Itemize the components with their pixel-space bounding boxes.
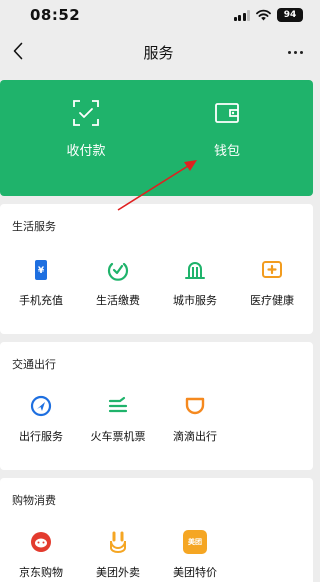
- status-time: 08:52: [30, 6, 81, 24]
- scan-pay-icon: [73, 100, 99, 126]
- city-service-icon: [185, 262, 205, 279]
- jd-shopping-button[interactable]: 京东购物: [2, 530, 80, 580]
- wifi-icon: [256, 9, 271, 21]
- section-title: 生活服务: [12, 220, 56, 233]
- travel-service-icon: [30, 395, 52, 417]
- meituan-delivery-button[interactable]: 美团外卖: [79, 530, 157, 580]
- utility-payment-icon: [107, 262, 129, 281]
- section-title: 交通出行: [12, 358, 56, 371]
- didi-icon: [185, 397, 205, 415]
- page-title: 服务: [143, 44, 174, 62]
- item-label: 城市服务: [173, 294, 217, 307]
- item-label: 手机充值: [19, 294, 63, 307]
- pay-receive-label: 收付款: [66, 144, 106, 159]
- train-flight-ticket-button[interactable]: 火车票机票: [79, 394, 157, 444]
- wallet-label: 钱包: [213, 144, 240, 159]
- medical-health-icon: [262, 261, 282, 278]
- medical-health-button[interactable]: 医疗健康: [233, 258, 311, 308]
- wallet-icon: [215, 103, 239, 123]
- section-shopping: 购物消费 京东购物 美团外卖 美团 美团特价: [0, 478, 313, 582]
- jd-shopping-icon: [31, 532, 51, 552]
- city-service-button[interactable]: 城市服务: [156, 258, 234, 308]
- meituan-deals-icon: 美团: [183, 530, 207, 554]
- item-label: 美团外卖: [96, 566, 140, 579]
- pay-card: 收付款 钱包: [0, 80, 313, 196]
- battery-icon: 94: [277, 8, 303, 22]
- section-title: 购物消费: [12, 494, 56, 507]
- item-label: 火车票机票: [90, 430, 146, 443]
- more-dot: [293, 50, 297, 54]
- meituan-badge-text: 美团: [188, 538, 202, 546]
- phone-recharge-button[interactable]: ¥ 手机充值: [2, 258, 80, 308]
- item-label: 京东购物: [19, 566, 63, 579]
- item-label: 医疗健康: [250, 294, 294, 307]
- travel-service-button[interactable]: 出行服务: [2, 394, 80, 444]
- section-transportation: 交通出行 出行服务 火车票机票 滴滴出行: [0, 342, 313, 470]
- phone-recharge-icon: ¥: [35, 260, 47, 280]
- svg-text:¥: ¥: [38, 266, 45, 276]
- pay-receive-button[interactable]: 收付款: [36, 98, 136, 180]
- item-label: 生活缴费: [96, 294, 140, 307]
- meituan-deals-button[interactable]: 美团 美团特价: [156, 530, 234, 580]
- section-life-services: 生活服务 ¥ 手机充值 生活缴费 城市服务 医疗健康: [0, 204, 313, 334]
- nav-bar: 服务: [0, 32, 317, 72]
- item-label: 美团特价: [173, 566, 217, 579]
- more-options-button[interactable]: [281, 40, 309, 64]
- cellular-signal-icon: [233, 9, 250, 21]
- meituan-delivery-icon: [110, 531, 126, 553]
- train-flight-ticket-icon: [108, 396, 128, 413]
- wallet-button[interactable]: 钱包: [177, 98, 277, 180]
- status-bar: 08:52 94: [0, 0, 317, 30]
- didi-button[interactable]: 滴滴出行: [156, 394, 234, 444]
- more-dot: [287, 50, 291, 54]
- item-label: 出行服务: [19, 430, 63, 443]
- status-icons: 94: [233, 8, 303, 22]
- item-label: 滴滴出行: [173, 430, 217, 443]
- utility-payment-button[interactable]: 生活缴费: [79, 258, 157, 308]
- more-dot: [299, 50, 303, 54]
